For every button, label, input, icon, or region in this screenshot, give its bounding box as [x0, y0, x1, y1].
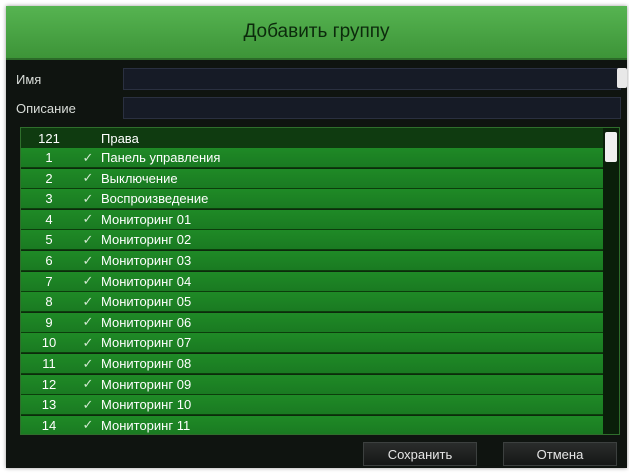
checkmark-icon[interactable]: ✓	[77, 294, 99, 310]
checkmark-icon[interactable]: ✓	[77, 170, 99, 186]
table-row[interactable]: 2 ✓ Выключение	[21, 168, 603, 189]
row-permission-name: Мониторинг 01	[101, 211, 192, 227]
row-permission-name: Мониторинг 05	[101, 294, 192, 310]
checkmark-icon[interactable]: ✓	[77, 211, 99, 227]
row-number: 9	[45, 314, 53, 330]
row-permission-name: Выключение	[101, 170, 178, 186]
checkmark-icon[interactable]: ✓	[77, 273, 99, 289]
row-number: 12	[41, 376, 57, 392]
table-row[interactable]: 13 ✓ Мониторинг 10	[21, 395, 603, 416]
table-header: 121 Права	[21, 128, 603, 148]
row-permission-name: Панель управления	[101, 150, 221, 165]
table-row[interactable]: 8 ✓ Мониторинг 05	[21, 292, 603, 313]
table-row[interactable]: 7 ✓ Мониторинг 04	[21, 271, 603, 292]
table-row[interactable]: 14 ✓ Мониторинг 11	[21, 415, 603, 434]
row-permission-name: Мониторинг 02	[101, 232, 192, 248]
row-permission-name: Мониторинг 04	[101, 273, 192, 289]
scroll-thumb[interactable]	[605, 132, 617, 162]
row-number: 3	[45, 191, 53, 207]
table-row[interactable]: 9 ✓ Мониторинг 06	[21, 312, 603, 333]
row-permission-name: Мониторинг 11	[101, 417, 191, 433]
row-number: 14	[41, 417, 57, 433]
checkmark-icon[interactable]: ✓	[77, 417, 99, 433]
checkmark-icon[interactable]: ✓	[77, 253, 99, 269]
table-row[interactable]: 3 ✓ Воспроизведение	[21, 189, 603, 210]
row-number: 4	[45, 211, 53, 227]
table-row[interactable]: 6 ✓ Мониторинг 03	[21, 251, 603, 271]
checkmark-icon[interactable]: ✓	[77, 314, 99, 330]
checkmark-icon[interactable]: ✓	[77, 397, 99, 413]
table-row[interactable]: 4 ✓ Мониторинг 01	[21, 209, 603, 230]
row-number: 1	[45, 150, 53, 165]
row-number: 5	[45, 232, 53, 248]
table-row[interactable]: 12 ✓ Мониторинг 09	[21, 374, 603, 395]
checkmark-icon[interactable]: ✓	[77, 356, 99, 372]
name-input[interactable]	[123, 68, 621, 90]
save-button[interactable]: Сохранить	[363, 442, 477, 466]
header-count: 121	[38, 130, 60, 146]
table-row[interactable]: 1 ✓ Панель управления	[21, 148, 603, 168]
cancel-button[interactable]: Отмена	[503, 442, 617, 466]
checkmark-icon[interactable]: ✓	[77, 232, 99, 248]
checkmark-icon[interactable]: ✓	[77, 191, 99, 207]
header-rights: Права	[101, 130, 139, 146]
row-number: 8	[45, 294, 53, 310]
row-number: 11	[42, 356, 56, 371]
row-number: 13	[41, 397, 57, 413]
row-number: 2	[45, 170, 53, 186]
row-permission-name: Мониторинг 09	[101, 376, 192, 392]
description-label: Описание	[16, 101, 76, 116]
table-row[interactable]: 5 ✓ Мониторинг 02	[21, 230, 603, 251]
table-scrollbar[interactable]	[603, 128, 619, 434]
add-group-dialog: Добавить группу Имя Описание 121 Права 1…	[6, 6, 627, 468]
checkmark-icon[interactable]: ✓	[77, 335, 99, 351]
checkmark-icon[interactable]: ✓	[77, 150, 99, 166]
table-row[interactable]: 11 ✓ Мониторинг 08	[21, 354, 603, 374]
dialog-title: Добавить группу	[6, 6, 627, 60]
row-permission-name: Мониторинг 10	[101, 397, 192, 413]
row-permission-name: Мониторинг 06	[101, 314, 192, 330]
name-dropdown-button[interactable]	[617, 68, 627, 88]
row-permission-name: Мониторинг 03	[101, 253, 192, 268]
permissions-table: 121 Права 1 ✓ Панель управления 2 ✓ Выключени…	[20, 127, 620, 435]
table-row[interactable]: 10 ✓ Мониторинг 07	[21, 333, 603, 354]
row-permission-name: Воспроизведение	[101, 191, 209, 207]
checkmark-icon[interactable]: ✓	[77, 376, 99, 392]
row-number: 7	[45, 273, 53, 289]
row-permission-name: Мониторинг 07	[101, 335, 192, 351]
name-label: Имя	[16, 72, 42, 87]
row-number: 6	[45, 253, 53, 268]
row-number: 10	[41, 335, 57, 351]
row-permission-name: Мониторинг 08	[101, 356, 192, 371]
description-input[interactable]	[123, 97, 621, 119]
